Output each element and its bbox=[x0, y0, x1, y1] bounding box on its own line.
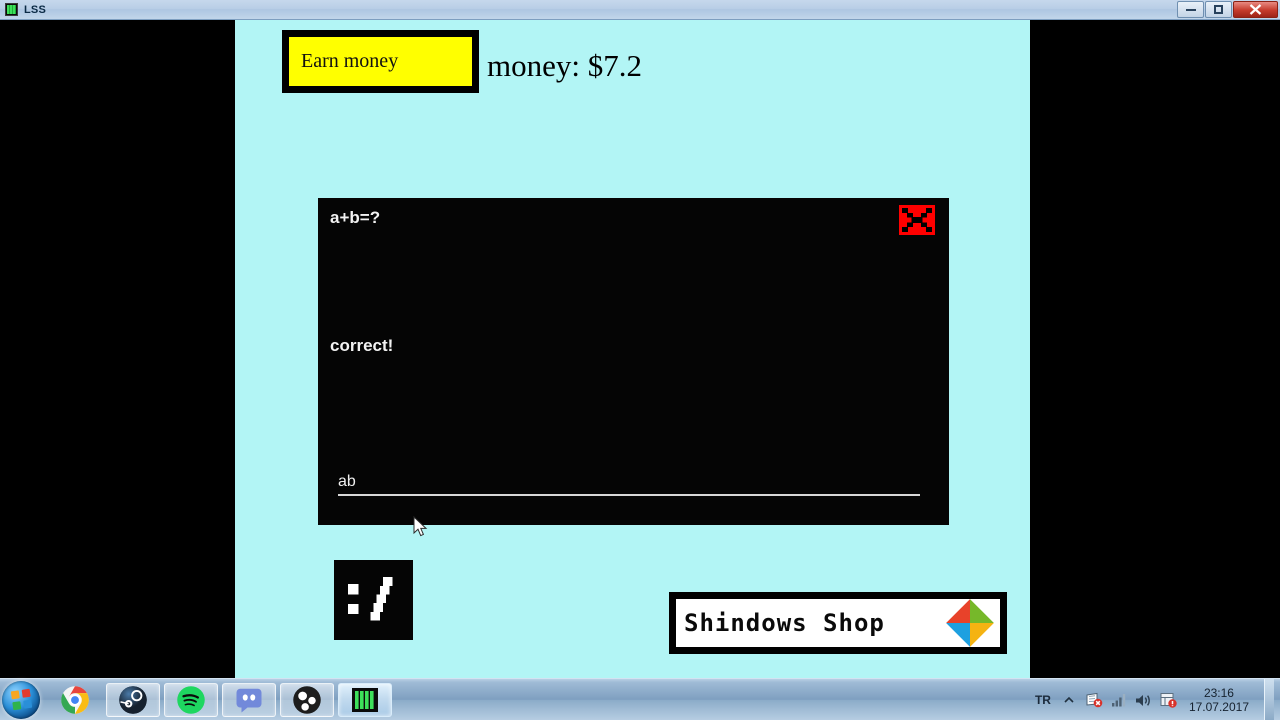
speaker-icon bbox=[1136, 694, 1151, 706]
window-controls bbox=[1176, 1, 1278, 18]
signal-bars-icon bbox=[1111, 694, 1126, 707]
taskbar-item-steam[interactable] bbox=[106, 682, 160, 717]
taskbar-item-lss[interactable] bbox=[338, 682, 392, 717]
tray-action-center-button[interactable] bbox=[1160, 691, 1178, 709]
close-icon bbox=[902, 208, 932, 232]
money-display: money: $7.2 bbox=[487, 48, 642, 83]
chrome-icon bbox=[61, 685, 89, 714]
discord-icon bbox=[236, 688, 262, 712]
shindows-shop-button[interactable]: Shindows Shop bbox=[669, 592, 1007, 654]
game-stage-letterbox: Earn money money: $7.2 a+b=? correct! ab… bbox=[0, 20, 1280, 678]
spotify-icon bbox=[177, 685, 205, 714]
tray-language-indicator[interactable]: TR bbox=[1035, 693, 1051, 707]
system-tray: TR 23:16 17.07.2017 bbox=[1035, 679, 1280, 720]
tray-network-button[interactable] bbox=[1085, 691, 1103, 709]
start-button[interactable] bbox=[2, 680, 40, 719]
input-underline bbox=[338, 494, 920, 496]
app-green-bars-icon bbox=[5, 3, 18, 16]
minimize-button[interactable] bbox=[1177, 1, 1204, 18]
close-icon bbox=[1249, 4, 1262, 15]
quiz-result-text: correct! bbox=[330, 336, 394, 355]
mood-sad-face-icon[interactable] bbox=[334, 560, 413, 640]
mouse-cursor bbox=[413, 516, 428, 537]
steam-icon bbox=[119, 685, 147, 714]
earn-money-button[interactable]: Earn money bbox=[282, 30, 479, 93]
game-viewport: Earn money money: $7.2 a+b=? correct! ab… bbox=[235, 20, 1030, 678]
taskbar-item-obs[interactable] bbox=[280, 682, 334, 717]
taskbar-items bbox=[48, 682, 392, 717]
tray-show-hidden-button[interactable] bbox=[1060, 691, 1078, 709]
maximize-button[interactable] bbox=[1205, 1, 1232, 18]
app-green-bars-icon bbox=[352, 687, 378, 712]
tray-volume-button[interactable] bbox=[1135, 691, 1153, 709]
quiz-answer-input[interactable]: ab bbox=[338, 470, 920, 496]
quiz-question-text: a+b=? bbox=[330, 208, 381, 227]
show-desktop-button[interactable] bbox=[1264, 679, 1274, 720]
chevron-up-icon bbox=[1064, 696, 1074, 703]
quiz-close-button[interactable] bbox=[899, 205, 935, 235]
shindows-logo-icon bbox=[946, 599, 994, 647]
screen: LSS Earn money money: $7.2 a+b=? correct… bbox=[0, 0, 1280, 720]
quiz-answer-value: ab bbox=[338, 473, 356, 490]
window-titlebar: LSS bbox=[0, 0, 1280, 20]
shindows-shop-label: Shindows Shop bbox=[684, 609, 885, 637]
tray-signal-button[interactable] bbox=[1110, 691, 1128, 709]
taskbar: TR 23:16 17.07.2017 bbox=[0, 678, 1280, 720]
network-icon bbox=[1086, 692, 1103, 708]
earn-money-label: Earn money bbox=[301, 50, 399, 72]
quiz-dialog: a+b=? correct! ab bbox=[318, 198, 949, 525]
action-center-icon bbox=[1160, 693, 1178, 708]
colon-slash-icon bbox=[348, 577, 393, 621]
clock-date: 17.07.2017 bbox=[1188, 700, 1249, 714]
taskbar-clock[interactable]: 23:16 17.07.2017 bbox=[1189, 686, 1249, 714]
taskbar-item-chrome[interactable] bbox=[48, 683, 102, 717]
taskbar-item-discord[interactable] bbox=[222, 682, 276, 717]
window-title: LSS bbox=[24, 3, 46, 16]
windows-logo-icon bbox=[10, 688, 32, 711]
maximize-icon bbox=[1214, 5, 1223, 14]
close-button[interactable] bbox=[1233, 1, 1278, 18]
obs-icon bbox=[293, 685, 321, 714]
minimize-icon bbox=[1185, 8, 1196, 11]
taskbar-item-spotify[interactable] bbox=[164, 682, 218, 717]
clock-time: 23:16 bbox=[1203, 686, 1234, 700]
